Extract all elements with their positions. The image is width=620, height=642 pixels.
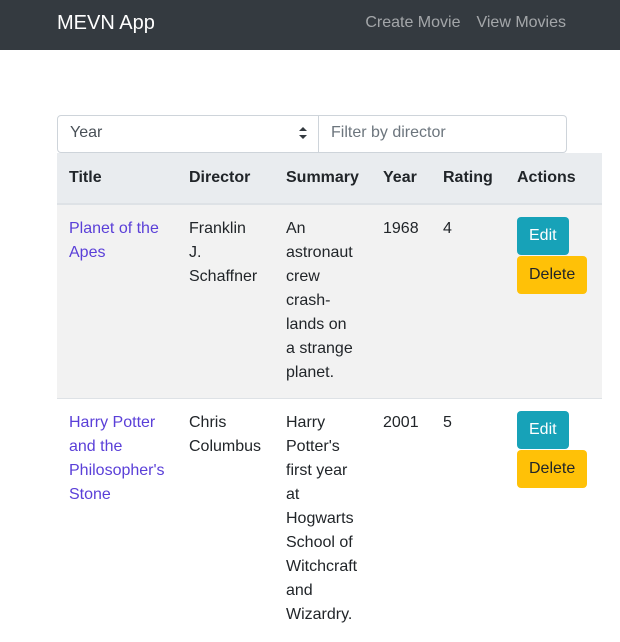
filter-bar: Year Filter by director	[57, 115, 567, 153]
header-director: Director	[177, 153, 274, 205]
director-filter-input[interactable]: Filter by director	[319, 115, 567, 153]
cell-actions: Edit Delete	[505, 203, 602, 399]
header-year: Year	[371, 153, 431, 205]
cell-rating: 5	[431, 398, 505, 641]
nav-link-view-movies[interactable]: View Movies	[476, 12, 566, 34]
movie-title-link[interactable]: Planet of the Apes	[69, 220, 159, 261]
cell-director: Chris Columbus	[177, 398, 274, 641]
cell-year: 2001	[371, 398, 431, 641]
table-row: Harry Potter and the Philosopher's Stone…	[57, 398, 602, 641]
movie-title-link[interactable]: Harry Potter and the Philosopher's Stone	[69, 414, 165, 503]
header-actions: Actions	[505, 153, 602, 205]
director-filter-placeholder: Filter by director	[331, 124, 446, 141]
movies-table: Title Director Summary Year Rating Actio…	[57, 153, 602, 641]
navbar: MEVN App Create Movie View Movies	[0, 0, 620, 50]
nav-link-create-movie[interactable]: Create Movie	[365, 12, 460, 34]
cell-rating: 4	[431, 203, 505, 399]
header-rating: Rating	[431, 153, 505, 205]
navbar-brand[interactable]: MEVN App	[57, 10, 155, 36]
nav-links: Create Movie View Movies	[365, 12, 566, 34]
cell-director: Franklin J. Schaffner	[177, 203, 274, 399]
select-arrows-icon	[299, 127, 307, 139]
cell-year: 1968	[371, 203, 431, 399]
edit-button[interactable]: Edit	[517, 411, 569, 449]
delete-button[interactable]: Delete	[517, 450, 588, 488]
cell-title: Harry Potter and the Philosopher's Stone	[57, 398, 177, 641]
delete-button[interactable]: Delete	[517, 256, 588, 294]
header-summary: Summary	[274, 153, 371, 205]
cell-title: Planet of the Apes	[57, 203, 177, 399]
table-row: Planet of the Apes Franklin J. Schaffner…	[57, 203, 602, 399]
cell-actions: Edit Delete	[505, 398, 602, 641]
header-title: Title	[57, 153, 177, 205]
year-select[interactable]: Year	[57, 115, 319, 153]
cell-summary: An astronaut crew crash-lands on a stran…	[274, 203, 371, 399]
table-header-row: Title Director Summary Year Rating Actio…	[57, 153, 602, 205]
cell-summary: Harry Potter's first year at Hogwarts Sc…	[274, 398, 371, 641]
edit-button[interactable]: Edit	[517, 217, 569, 255]
year-select-value: Year	[70, 124, 103, 141]
